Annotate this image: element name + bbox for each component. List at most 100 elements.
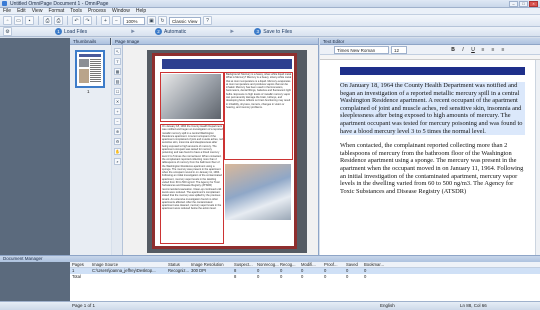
subtract-zone-icon[interactable]: − [114,118,121,125]
delete-zone-icon[interactable]: ✕ [114,98,121,105]
toolbar-separator [96,16,97,25]
step-1-label: Load Files [64,28,88,35]
arrow-icon: ► [229,28,236,35]
align-right-button[interactable]: ≡ [499,46,507,54]
paragraph[interactable]: When contacted, the complainant reported… [340,142,525,195]
thumbnail-page-number: 1 [87,89,90,94]
cursor-position: Ln 88, Col 66 [460,303,487,308]
font-size-select[interactable]: 12 [391,45,407,54]
menu-file[interactable]: File [0,8,14,15]
cell-nonrecog: 0 [257,274,260,279]
document-banner [340,67,525,75]
text-zone-icon[interactable]: T [114,58,121,65]
graphic-zone-icon[interactable]: ▧ [114,78,121,85]
workflow-toolbar: ⚙ 1 Load Files ► 2 Automatic ► 3 Save to… [0,27,540,37]
bold-button[interactable]: B [449,46,457,54]
page-image-header: Page Image [112,38,318,45]
align-left-button[interactable]: ≡ [479,46,487,54]
table-row[interactable]: Total 8 0 0 0 0 0 0 [70,274,540,280]
fit-page-icon[interactable]: ▣ [147,16,156,25]
step-export-results[interactable]: 3 Save to Files [254,28,292,35]
join-zone-icon[interactable]: ⊕ [114,128,121,135]
view-mode-select[interactable]: Classic View [169,16,201,25]
cell-recog: 0 [280,274,283,279]
hand-tool-icon[interactable]: ✋ [114,148,121,155]
scan-icon[interactable]: ⎙ [43,16,52,25]
font-select[interactable]: Times New Roman [334,45,389,54]
workflow-icon[interactable]: ⚙ [3,27,12,36]
menu-window[interactable]: Window [109,8,133,15]
menu-format[interactable]: Format [45,8,67,15]
language-indicator: English [380,303,395,308]
thumb-text [90,59,101,83]
page-text-right-column: Background: Mercury is a heavy, silver-w… [226,73,292,109]
page-text-left-column: On January 18, 1964 the County Health De… [162,125,223,211]
menu-help[interactable]: Help [133,8,149,15]
menu-bar: File Edit View Format Tools Process Wind… [0,8,540,15]
cell-saved: 0 [346,274,349,279]
window-title: Untitled OmniPage Document 1 - OmniPage [10,0,109,7]
rotate-icon[interactable]: ↻ [158,16,167,25]
cell-proof: 0 [324,274,327,279]
minimize-button[interactable]: – [509,1,518,7]
select-tool-icon[interactable]: ↖ [114,48,121,55]
table-zone-icon[interactable]: ▦ [114,68,121,75]
cell-pages: Total [72,274,81,279]
document-text[interactable]: On January 18, 1964 the County Health De… [340,82,525,202]
step-load-files[interactable]: 1 Load Files [55,28,87,35]
new-icon[interactable]: ▫ [3,16,12,25]
step-3-label: Save to Files [263,28,293,35]
align-center-button[interactable]: ≡ [489,46,497,54]
document-manager-gutter [0,262,70,302]
step-perform-ocr[interactable]: 2 Automatic [155,28,186,35]
zone-tools: ↖ T ▦ ▧ ☐ ✕ + − ⊕ ⚙ ✋ ⌕ [112,45,123,255]
recognized-text-area[interactable]: On January 18, 1964 the County Health De… [332,60,532,255]
page-banner [162,59,292,69]
zoom-out-icon[interactable]: − [112,16,121,25]
help-icon[interactable]: ? [203,16,212,25]
open-icon[interactable]: ▭ [14,16,23,25]
arrow-icon: ► [130,28,137,35]
menu-tools[interactable]: Tools [67,8,85,15]
undo-icon[interactable]: ↶ [72,16,81,25]
vertical-scrollbar[interactable] [535,60,540,255]
page-thumbnail[interactable] [75,50,105,88]
underline-button[interactable]: U [469,46,477,54]
text-editor-header: Text Editor [320,38,540,45]
menu-edit[interactable]: Edit [14,8,29,15]
properties-icon[interactable]: ⚙ [114,138,121,145]
maximize-button[interactable]: □ [519,1,528,7]
left-gutter [0,38,70,255]
form-zone-icon[interactable]: ☐ [114,88,121,95]
standard-toolbar: ▫ ▭ ▪ ⎙ ⎙ ↶ ↷ + − 100% ▣ ↻ Classic View … [0,15,540,27]
add-zone-icon[interactable]: + [114,108,121,115]
text-editor-panel: Text Editor Times New Roman 12 B I U ≡ ≡… [320,38,540,255]
scanned-page[interactable]: On January 18, 1964 the County Health De… [152,53,297,249]
cell-modified: 0 [301,274,304,279]
redo-icon[interactable]: ↷ [83,16,92,25]
menu-view[interactable]: View [29,8,46,15]
close-button[interactable]: × [529,1,538,7]
page-image-panel: Page Image ↖ T ▦ ▧ ☐ ✕ + − ⊕ ⚙ ✋ ⌕ On Ja… [112,38,319,255]
save-icon[interactable]: ▪ [25,16,34,25]
thumbnail-list: 1 [70,45,111,255]
zoom-tool-icon[interactable]: ⌕ [114,158,121,165]
thumb-image [79,69,89,83]
paragraph[interactable]: On January 18, 1964 the County Health De… [340,82,525,136]
thumbnails-header: Thumbnails [70,38,110,45]
cell-bookmark: 0 [364,274,367,279]
step-2-label: Automatic [164,28,187,35]
page-photo [161,74,221,119]
text-format-toolbar: Times New Roman 12 B I U ≡ ≡ ≡ [320,45,540,55]
status-bar: Page 1 of 1 English Ln 88, Col 66 [0,301,540,310]
zoom-select[interactable]: 100% [123,16,145,25]
menu-process[interactable]: Process [85,8,109,15]
italic-button[interactable]: I [459,46,467,54]
toolbar-separator [38,16,39,25]
zoom-in-icon[interactable]: + [101,16,110,25]
app-icon [2,1,7,6]
step-3-badge: 3 [254,28,262,35]
print-icon[interactable]: ⎙ [54,16,63,25]
step-2-badge: 2 [155,28,163,35]
toolbar-separator [67,16,68,25]
